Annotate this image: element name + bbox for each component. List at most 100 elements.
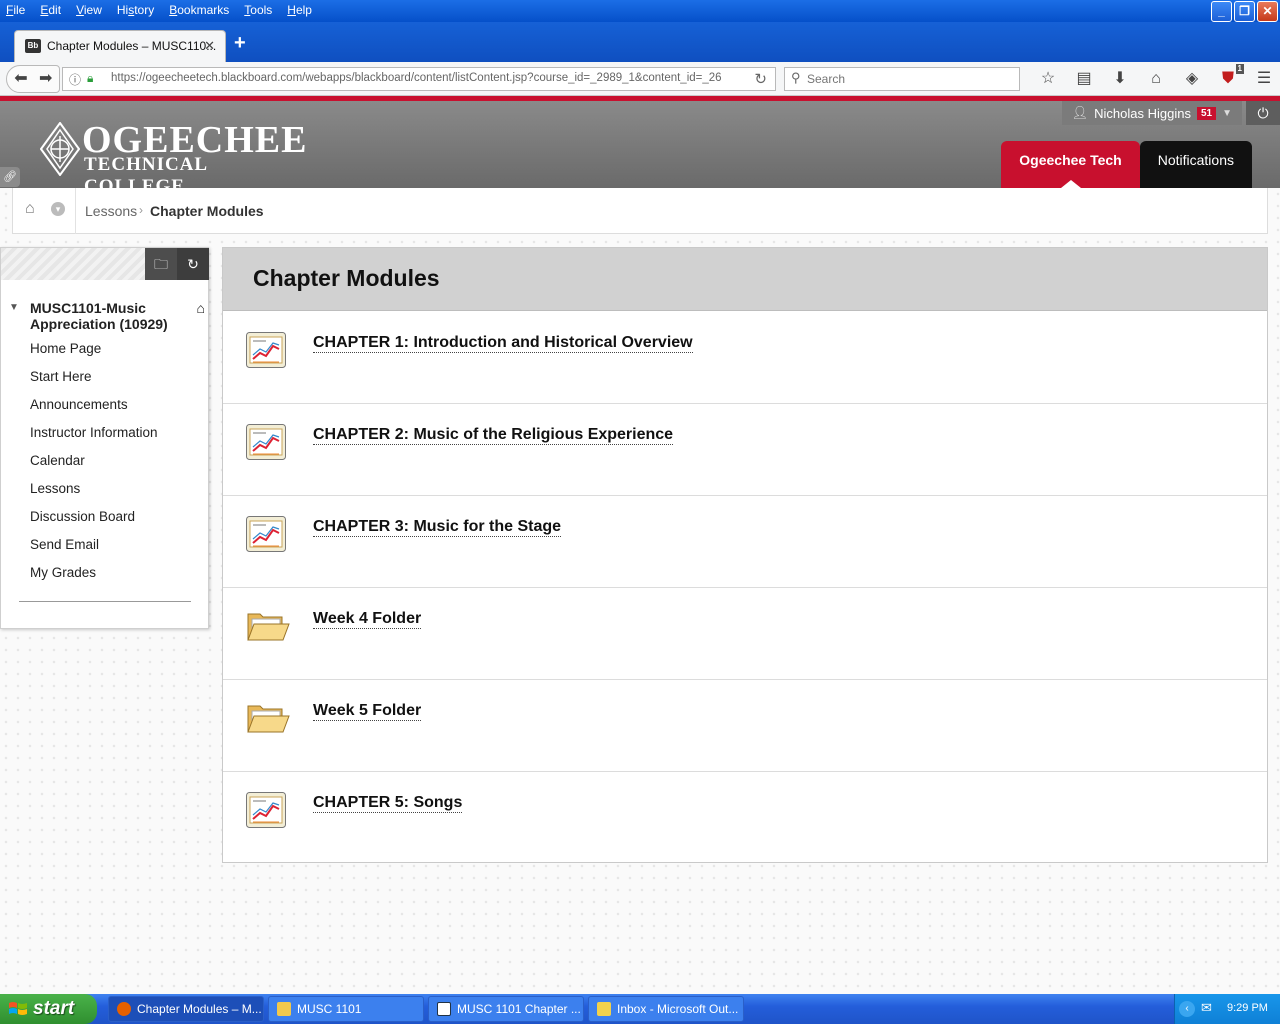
url-text[interactable]: https://ogeecheetech.blackboard.com/weba… — [111, 72, 721, 84]
back-arrow-icon[interactable]: ⬅ — [10, 68, 32, 90]
downloads-icon[interactable]: ⬇ — [1102, 68, 1138, 90]
taskbar-item-outlook[interactable]: Inbox - Microsoft Out... — [588, 996, 744, 1022]
course-menu-item-instructor-information[interactable]: Instructor Information — [30, 425, 158, 453]
bookmark-star-icon[interactable]: ☆ — [1030, 68, 1066, 90]
address-bar[interactable]: ⓘ 🔒︎ https://ogeecheetech.blackboard.com… — [62, 67, 776, 91]
mail-notification-icon[interactable]: ✉ — [1201, 1000, 1212, 1016]
taskbar-item-folder[interactable]: MUSC 1101 — [268, 996, 424, 1022]
start-button[interactable]: start — [0, 994, 97, 1024]
navigation-bar: ⬅ ➡ ⓘ 🔒︎ https://ogeecheetech.blackboard… — [0, 62, 1280, 96]
list-item: CHAPTER 1: Introduction and Historical O… — [223, 312, 1267, 404]
course-menu-toolbar: 🗀︎ ↻ — [1, 248, 209, 280]
list-item: CHAPTER 3: Music for the Stage — [223, 496, 1267, 588]
window-controls: _ ❐ ✕ — [1211, 1, 1278, 22]
restore-button[interactable]: ❐ — [1234, 1, 1255, 22]
browser-tab-active[interactable]: Bb Chapter Modules – MUSC110... ✕ — [14, 30, 226, 62]
item-title-link[interactable]: CHAPTER 2: Music of the Religious Experi… — [313, 426, 674, 445]
forward-arrow-icon[interactable]: ➡ — [39, 68, 52, 90]
course-menu-item-home-page[interactable]: Home Page — [30, 341, 158, 369]
site-header: OGEECHEE TECHNICAL COLLEGE 👤︎ Nicholas H… — [0, 101, 1280, 197]
course-menu-list: Home Page Start Here Announcements Instr… — [30, 341, 158, 593]
logout-power-icon[interactable]: ⏻ — [1246, 101, 1280, 125]
minimize-button[interactable]: _ — [1211, 1, 1232, 22]
course-menu-item-calendar[interactable]: Calendar — [30, 453, 158, 481]
show-hidden-icons-chevron-icon[interactable]: ‹ — [1179, 1001, 1195, 1017]
taskbar-item-firefox[interactable]: Chapter Modules – M... — [108, 996, 264, 1022]
refresh-icon[interactable]: ↻ — [177, 248, 209, 280]
menu-help[interactable]: Help — [287, 3, 312, 17]
breadcrumb-lessons[interactable]: Lessons — [85, 203, 137, 219]
taskbar-item-label: Chapter Modules – M... — [137, 1002, 262, 1016]
hamburger-menu-icon[interactable]: ☰ — [1246, 68, 1280, 90]
header-tabs: Ogeechee Tech Notifications — [1001, 141, 1252, 188]
menu-items: File Edit View History Bookmarks Tools H… — [6, 3, 327, 17]
breadcrumb: ⌂ ▾ Lessons › Chapter Modules — [12, 188, 1268, 234]
taskbar-item-word[interactable]: MUSC 1101 Chapter ... — [428, 996, 584, 1022]
clock[interactable]: 9:29 PM — [1227, 1002, 1268, 1014]
breadcrumb-divider — [75, 188, 76, 234]
taskbar-item-label: MUSC 1101 Chapter ... — [457, 1002, 581, 1016]
collapse-triangle-icon[interactable]: ▼ — [9, 302, 19, 313]
menu-view[interactable]: View — [76, 3, 102, 17]
menu-tools[interactable]: Tools — [244, 3, 272, 17]
list-item: Week 5 Folder — [223, 680, 1267, 772]
item-title-link[interactable]: Week 4 Folder — [313, 610, 422, 629]
close-tab-icon[interactable]: ✕ — [204, 38, 215, 54]
system-tray: ‹ ✉ 9:29 PM — [1174, 994, 1280, 1024]
home-icon[interactable]: ⌂ — [1138, 68, 1174, 90]
search-icon: ⚲ — [791, 70, 801, 85]
user-menu[interactable]: 👤︎ Nicholas Higgins 51 ▼ — [1061, 101, 1242, 125]
start-label: start — [33, 998, 75, 1019]
reading-list-icon[interactable]: ▤ — [1066, 68, 1102, 90]
course-menu: 🗀︎ ↻ ▼ MUSC1101-Music Appreciation (1092… — [0, 247, 209, 629]
ublock-icon[interactable]: ⛊ 1 — [1210, 64, 1246, 90]
lock-icon[interactable]: 🔒︎ — [87, 71, 93, 86]
new-tab-icon[interactable]: + — [234, 32, 246, 55]
search-box[interactable]: ⚲ — [784, 67, 1020, 91]
notification-count-badge: 51 — [1196, 106, 1217, 120]
windows-flag-icon — [9, 1002, 27, 1015]
page-title: Chapter Modules — [253, 265, 440, 291]
item-title-link[interactable]: Week 5 Folder — [313, 702, 422, 721]
item-title-link[interactable]: CHAPTER 3: Music for the Stage — [313, 518, 562, 537]
lesson-icon — [246, 424, 286, 460]
course-menu-item-announcements[interactable]: Announcements — [30, 397, 158, 425]
breadcrumb-menu-chevron-icon[interactable]: ▾ — [51, 202, 65, 216]
link-icon[interactable]: 🔗︎ — [0, 167, 20, 187]
search-input[interactable] — [807, 71, 1007, 87]
tab-ogeechee-tech[interactable]: Ogeechee Tech — [1001, 141, 1140, 188]
breadcrumb-chevron-icon: › — [139, 203, 143, 217]
breadcrumb-home-icon[interactable]: ⌂ — [25, 200, 35, 218]
pocket-icon[interactable]: ◈ — [1174, 68, 1210, 90]
blackboard-favicon-icon: Bb — [25, 39, 41, 53]
menu-edit[interactable]: Edit — [40, 3, 61, 17]
outlook-icon — [597, 1002, 611, 1016]
college-logo[interactable]: OGEECHEE TECHNICAL COLLEGE — [38, 119, 307, 197]
lesson-icon — [246, 792, 286, 828]
folder-view-icon[interactable]: 🗀︎ — [145, 248, 177, 280]
course-name[interactable]: MUSC1101-Music Appreciation (10929) — [30, 300, 180, 332]
course-menu-item-send-email[interactable]: Send Email — [30, 537, 158, 565]
taskbar-item-label: MUSC 1101 — [297, 1002, 362, 1016]
folder-icon — [277, 1002, 291, 1016]
lesson-icon — [246, 332, 286, 368]
item-title-link[interactable]: CHAPTER 1: Introduction and Historical O… — [313, 334, 693, 353]
tab-strip: Bb Chapter Modules – MUSC110... ✕ + — [0, 22, 1280, 62]
reload-icon[interactable]: ↻ — [754, 70, 767, 88]
menu-bookmarks[interactable]: Bookmarks — [169, 3, 229, 17]
course-menu-item-start-here[interactable]: Start Here — [30, 369, 158, 397]
list-item: CHAPTER 5: Songs — [223, 772, 1267, 864]
info-icon[interactable]: ⓘ — [69, 71, 81, 88]
menu-file[interactable]: File — [6, 3, 25, 17]
course-menu-item-discussion-board[interactable]: Discussion Board — [30, 509, 158, 537]
tab-notifications[interactable]: Notifications — [1139, 141, 1252, 188]
menu-history[interactable]: History — [117, 3, 154, 17]
toolbar-icons: ☆ ▤ ⬇ ⌂ ◈ ⛊ 1 ☰ — [1030, 64, 1280, 90]
tab-title: Chapter Modules – MUSC110... — [47, 39, 217, 53]
page-title-bar: Chapter Modules — [223, 248, 1267, 311]
close-window-button[interactable]: ✕ — [1257, 1, 1278, 22]
course-menu-item-lessons[interactable]: Lessons — [30, 481, 158, 509]
course-menu-item-my-grades[interactable]: My Grades — [30, 565, 158, 593]
course-home-icon[interactable]: ⌂ — [197, 300, 205, 316]
item-title-link[interactable]: CHAPTER 5: Songs — [313, 794, 463, 813]
